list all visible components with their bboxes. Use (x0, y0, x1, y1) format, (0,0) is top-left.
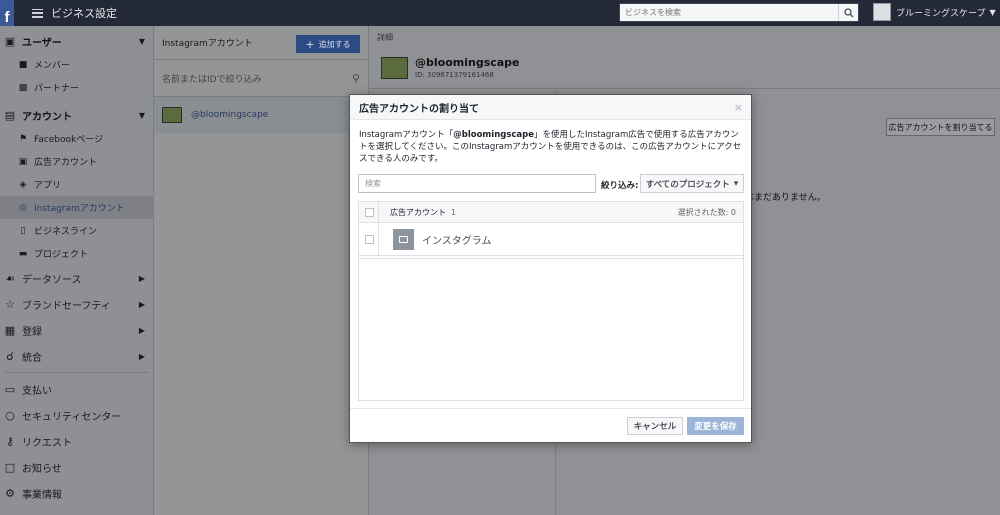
sidebar-item-brand-safety[interactable]: ☆ ブランドセーフティ ▶ (0, 291, 153, 317)
accounts-icon: ▤ (4, 108, 16, 122)
assign-ad-account-dialog: 広告アカウントの割り当て × Instagramアカウント「@bloomings… (349, 94, 752, 443)
account-handle: @bloomingscape (453, 130, 535, 140)
business-switcher[interactable]: ブルーミングスケープ ▼ (873, 3, 996, 21)
dialog-header: 広告アカウントの割り当て × (350, 95, 751, 120)
filter-search[interactable]: 名前またはIDで絞り込み ⚲ (154, 59, 368, 97)
ad-account-count: 1 (451, 207, 457, 217)
project-filter-dropdown[interactable]: すべてのプロジェクト ▾ (640, 174, 744, 193)
sidebar-item-members[interactable]: ■ メンバー (0, 53, 153, 76)
sidebar-item-requests[interactable]: ⚷ リクエスト (0, 428, 153, 454)
gear-icon: ⚙ (5, 486, 15, 500)
account-name: @bloomingscape (415, 56, 520, 69)
menu-icon[interactable] (32, 8, 43, 18)
dialog-description: Instagramアカウント「@bloomingscape」を使用したInsta… (359, 130, 742, 164)
person-icon: ■ (18, 59, 28, 70)
briefcase-icon: ▩ (18, 82, 28, 93)
add-button[interactable]: + 追加する (296, 35, 360, 53)
plus-icon: + (305, 37, 315, 51)
sidebar-section-users[interactable]: ▣ ユーザー ▼ (0, 29, 153, 53)
sidebar-item-instagram-accounts[interactable]: ◎ Instagramアカウント (0, 196, 153, 219)
sidebar-section-accounts[interactable]: ▤ アカウント ▼ (0, 103, 153, 127)
row-checkbox[interactable] (365, 234, 374, 244)
folder-icon: ▬ (18, 248, 28, 259)
column-header-ad-account: 広告アカウント (390, 207, 446, 217)
cancel-button[interactable]: キャンセル (627, 417, 683, 435)
caret-down-icon: ▼ (989, 7, 996, 17)
sidebar-item-ad-accounts[interactable]: ▣ 広告アカウント (0, 150, 153, 173)
search-icon (843, 7, 853, 17)
cube-icon: ◈ (19, 179, 27, 190)
table-row[interactable]: インスタグラム (359, 223, 743, 256)
sidebar-item-security-center[interactable]: ○ セキュリティセンター (0, 402, 153, 428)
account-thumbnail (162, 107, 182, 123)
details-label: 詳細 (377, 33, 393, 42)
caret-down-icon: ▾ (733, 178, 739, 189)
caret-right-icon: ▶ (138, 273, 145, 283)
sidebar: ▣ ユーザー ▼ ■ メンバー ▩ パートナー ▤ アカウント ▼ ⚑ Face… (0, 26, 153, 515)
sidebar-item-business-lines[interactable]: ▯ ビジネスライン (0, 219, 153, 242)
footer-divider (350, 408, 751, 409)
business-line-icon: ▯ (20, 225, 26, 236)
ad-account-search-input[interactable]: 検索 (358, 174, 596, 193)
users-icon: ▣ (4, 34, 16, 48)
top-bar: f ビジネス設定 ブルーミングスケープ ▼ (0, 0, 1000, 26)
sidebar-item-integration[interactable]: ☌ 統合 ▶ (0, 343, 153, 369)
dialog-title: 広告アカウントの割り当て (359, 103, 479, 115)
close-icon[interactable]: × (734, 101, 743, 114)
search-button[interactable] (838, 4, 858, 21)
business-search (619, 3, 859, 22)
facebook-logo-icon[interactable]: f (0, 0, 14, 26)
account-id: ID: 309671379161468 (415, 71, 494, 79)
business-avatar (873, 3, 891, 21)
caret-right-icon: ▶ (138, 299, 145, 309)
selected-count: 選択された数: 0 (677, 207, 736, 217)
account-header: @bloomingscape ID: 309671379161468 (381, 56, 520, 79)
ad-account-name: インスタグラム (422, 235, 492, 247)
instagram-account-list-panel: Instagramアカウント + 追加する 名前またはIDで絞り込み ⚲ @bl… (153, 26, 368, 515)
instagram-icon: ◎ (19, 202, 27, 213)
table-header: 広告アカウント 1 選択された数: 0 (359, 202, 743, 223)
filter-label: 絞り込み: (601, 181, 639, 191)
shield-icon: ☆ (5, 297, 15, 311)
sidebar-item-facebook-pages[interactable]: ⚑ Facebookページ (0, 127, 153, 150)
caret-down-icon: ▼ (138, 110, 145, 120)
caret-down-icon: ▼ (138, 36, 145, 46)
sidebar-item-apps[interactable]: ◈ アプリ (0, 173, 153, 196)
sidebar-item-registration[interactable]: ▦ 登録 ▶ (0, 317, 153, 343)
sidebar-item-partners[interactable]: ▩ パートナー (0, 76, 153, 99)
business-name: ブルーミングスケープ (896, 8, 986, 19)
sidebar-item-projects[interactable]: ▬ プロジェクト (0, 242, 153, 265)
key-icon: ⚷ (5, 434, 15, 448)
save-changes-button[interactable]: 変更を保存 (687, 417, 744, 435)
integration-icon: ☌ (6, 349, 14, 363)
ad-account-icon (393, 228, 414, 250)
sidebar-item-notifications[interactable]: □ お知らせ (0, 454, 153, 480)
notification-icon: □ (4, 460, 16, 474)
ad-account-icon: ▣ (18, 156, 28, 167)
sidebar-divider (4, 372, 149, 373)
sidebar-item-payments[interactable]: ▭ 支払い (0, 376, 153, 402)
account-thumbnail (381, 56, 408, 79)
panel-title: Instagramアカウント (162, 39, 253, 49)
list-item-instagram-account[interactable]: @bloomingscape (154, 97, 368, 133)
lock-icon: ○ (5, 408, 15, 422)
sidebar-item-business-info[interactable]: ⚙ 事業情報 (0, 480, 153, 506)
panel-header: Instagramアカウント + 追加する (154, 26, 368, 59)
assign-ad-accounts-button[interactable]: 広告アカウントを割り当てる (886, 118, 995, 136)
data-sources-icon: ☙ (5, 271, 15, 285)
business-search-input[interactable] (620, 4, 838, 21)
page-title: ビジネス設定 (51, 7, 117, 20)
caret-right-icon: ▶ (138, 325, 145, 335)
ad-account-table: 広告アカウント 1 選択された数: 0 インスタグラム (358, 201, 744, 401)
caret-right-icon: ▶ (138, 351, 145, 361)
table-spacer-row (359, 256, 743, 259)
clipboard-icon: ▦ (4, 323, 16, 337)
credit-card-icon: ▭ (4, 382, 16, 396)
select-all-checkbox[interactable] (365, 207, 374, 217)
search-icon: ⚲ (351, 71, 360, 85)
flag-icon: ⚑ (18, 133, 28, 144)
sidebar-item-data-sources[interactable]: ☙ データソース ▶ (0, 265, 153, 291)
